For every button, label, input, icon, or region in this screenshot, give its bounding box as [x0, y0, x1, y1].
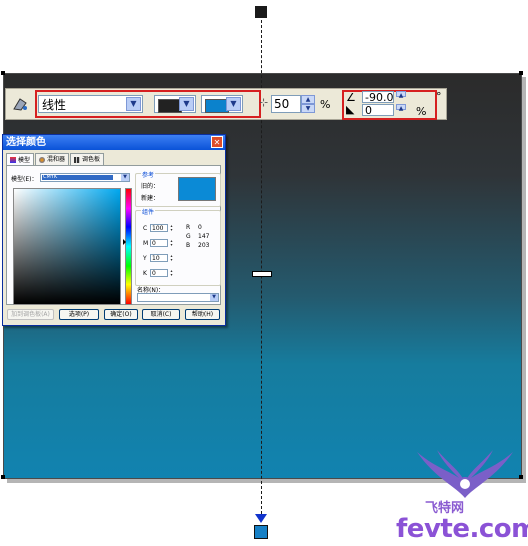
new-color-preview — [178, 177, 216, 201]
selection-handle-bottom-left[interactable] — [1, 475, 5, 479]
c-value: 100 — [152, 225, 164, 232]
add-to-palette-button[interactable]: 加到调色板(A) — [7, 309, 54, 320]
midpoint-unit: % — [320, 98, 331, 111]
gradient-midpoint-slider[interactable] — [252, 271, 272, 277]
select-color-dialog: 选择颜色 ✕ 模型 混和器 调色板 模型(E)： CMYK ▼ 参考 旧的： 新… — [2, 134, 226, 326]
c-label: C — [143, 225, 148, 232]
fill-tool-icon[interactable] — [10, 95, 30, 113]
edge-pad-value: 0 — [365, 104, 372, 117]
spin-up-icon[interactable]: ▲ — [301, 95, 315, 104]
selection-handle-bottom-right[interactable] — [519, 475, 523, 479]
m-value: 0 — [152, 240, 156, 247]
end-color-picker[interactable]: ▼ — [201, 95, 243, 113]
b-label: B — [186, 242, 191, 249]
chevron-down-icon[interactable]: ▼ — [121, 174, 129, 181]
options-button[interactable]: 选项(P) — [59, 309, 99, 320]
edge-pad-icon: ◣ — [346, 103, 355, 116]
models-icon — [10, 157, 16, 163]
m-spinner[interactable]: ▴ ▾ — [169, 239, 174, 247]
c-spinner[interactable]: ▴ ▾ — [169, 224, 174, 232]
start-color-picker[interactable]: ▼ — [154, 95, 196, 113]
name-dropdown[interactable]: ▼ — [137, 293, 219, 302]
midpoint-spinner[interactable]: ▲ ▼ — [301, 95, 315, 113]
m-input[interactable]: 0 — [150, 239, 168, 247]
watermark-site: fevte.com — [396, 514, 528, 544]
new-color-label: 新建： — [141, 195, 160, 202]
angle-spinner[interactable]: ▲ — [396, 91, 410, 103]
palettes-icon — [74, 156, 81, 163]
dialog-title: 选择颜色 — [3, 135, 225, 150]
close-icon[interactable]: ✕ — [211, 136, 223, 148]
k-label: K — [143, 270, 147, 277]
angle-input[interactable]: -90.0 — [362, 91, 394, 103]
watermark-wings-logo — [417, 450, 513, 498]
interactive-fill-toolbar: 线性 ▼ ▼ ▼ ⊹ 50 ▲ ▼ % ∠ ◣ -90.0 0 ▲ ▲ % ° — [5, 88, 447, 120]
edge-pad-input[interactable]: 0 — [362, 104, 394, 116]
y-label: Y — [143, 255, 147, 262]
old-color-label: 旧的： — [141, 183, 160, 190]
r-label: R — [186, 224, 191, 231]
g-value: 147 — [198, 233, 210, 240]
edge-pad-unit: % — [416, 105, 427, 118]
k-input[interactable]: 0 — [150, 269, 168, 277]
fill-type-dropdown[interactable]: 线性 ▼ — [38, 95, 143, 113]
selection-handle-top-right[interactable] — [519, 71, 523, 75]
model-value: CMYK — [42, 175, 113, 180]
hue-slider[interactable] — [125, 188, 132, 305]
tab-mixers-label: 混和器 — [47, 156, 66, 163]
spin-up-icon[interactable]: ▲ — [396, 91, 406, 99]
b-value: 203 — [198, 242, 210, 249]
gradient-start-handle[interactable] — [255, 6, 267, 18]
gradient-arrow-icon — [255, 514, 267, 523]
angle-value: -90.0 — [365, 91, 394, 104]
dialog-tabs: 模型 混和器 调色板 — [6, 153, 105, 166]
reference-label: 参考 — [141, 170, 156, 179]
models-panel: 模型(E)： CMYK ▼ 参考 旧的： 新建： 组件 C 100 ▴ ▾ M 0… — [6, 165, 221, 305]
cancel-button[interactable]: 取消(C) — [142, 309, 180, 320]
hue-marker-icon[interactable] — [123, 239, 126, 245]
spin-up-icon[interactable]: ▲ — [396, 104, 406, 112]
midpoint-value: 50 — [274, 97, 290, 111]
tab-mixers[interactable]: 混和器 — [35, 153, 70, 165]
components-label: 组件 — [141, 207, 156, 216]
model-label: 模型(E)： — [11, 176, 38, 183]
fill-type-value: 线性 — [42, 98, 67, 112]
model-dropdown[interactable]: CMYK ▼ — [40, 173, 130, 182]
c-input[interactable]: 100 — [150, 224, 168, 232]
r-value: 0 — [198, 224, 202, 231]
m-label: M — [143, 240, 149, 247]
y-spinner[interactable]: ▴ ▾ — [169, 254, 174, 262]
chevron-down-icon[interactable]: ▼ — [226, 97, 241, 111]
chevron-down-icon[interactable]: ▼ — [126, 97, 141, 111]
tab-palettes[interactable]: 调色板 — [70, 153, 105, 165]
k-spinner[interactable]: ▴ ▾ — [169, 269, 174, 277]
angle-unit: ° — [436, 90, 442, 103]
help-button[interactable]: 帮助(H) — [185, 309, 220, 320]
mixers-icon — [39, 156, 46, 163]
chevron-down-icon[interactable]: ▼ — [210, 294, 218, 301]
edge-pad-spinner[interactable]: ▲ — [396, 104, 410, 116]
selection-handle-top-left[interactable] — [1, 71, 5, 75]
chevron-down-icon[interactable]: ▼ — [179, 97, 194, 111]
g-label: G — [186, 233, 191, 240]
midpoint-icon: ⊹ — [259, 96, 269, 109]
ok-button[interactable]: 确定(O) — [104, 309, 138, 320]
spin-down-icon[interactable]: ▼ — [301, 104, 315, 113]
tab-palettes-label: 调色板 — [82, 156, 101, 163]
tab-models-label: 模型 — [18, 156, 31, 164]
y-value: 10 — [152, 255, 160, 262]
midpoint-input[interactable]: 50 — [271, 95, 301, 113]
y-input[interactable]: 10 — [150, 254, 168, 262]
gradient-end-handle[interactable] — [254, 525, 268, 539]
k-value: 0 — [152, 270, 156, 277]
color-spectrum-field[interactable] — [13, 188, 121, 305]
